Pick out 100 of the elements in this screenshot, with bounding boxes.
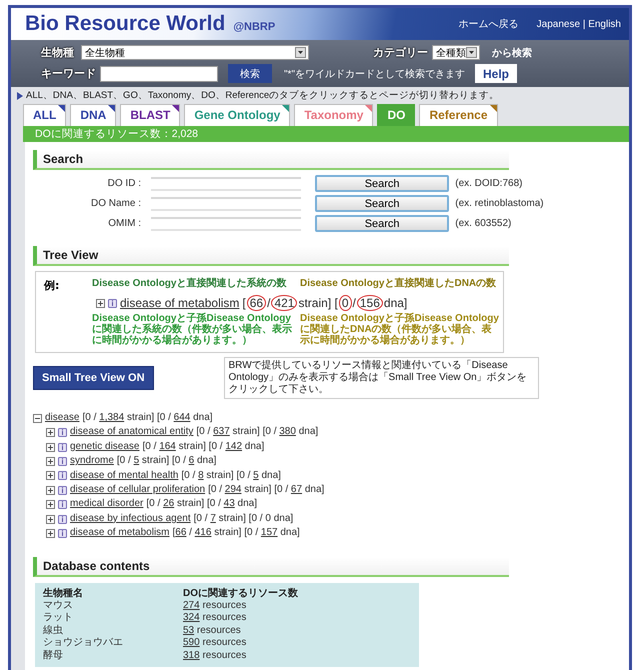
field-label: DO Name : — [90, 198, 141, 209]
tree-item-link[interactable]: syndrome — [70, 454, 114, 469]
count-link[interactable]: 26 — [163, 498, 174, 510]
count-text: [0 / 26 strain] [0 / 43 dna] — [146, 497, 258, 512]
site-title[interactable]: Bio Resource World — [25, 12, 226, 36]
count-link[interactable]: 8 — [198, 470, 204, 481]
count-link[interactable]: 53 — [183, 624, 194, 636]
keyword-field[interactable] — [100, 66, 218, 82]
count-link[interactable]: 157 — [260, 527, 278, 538]
example-label: 例: — [44, 278, 60, 293]
expand-icon[interactable] — [46, 471, 55, 480]
count-link[interactable]: 164 — [159, 440, 176, 452]
count-text: [0 / 164 strain] [0 / 142 dna] — [142, 440, 264, 454]
count-link[interactable]: 416 — [194, 527, 212, 538]
field-label: DO ID : — [106, 178, 141, 189]
count-link[interactable]: 7 — [210, 512, 216, 524]
search-button[interactable]: Search — [315, 195, 450, 212]
count-link[interactable]: 637 — [213, 426, 230, 438]
species-select[interactable]: 全生物種 — [81, 45, 309, 60]
info-icon[interactable] — [58, 456, 67, 466]
tab[interactable]: BLAST — [120, 104, 180, 126]
count-link[interactable]: 5 — [253, 470, 259, 481]
section-heading: Database contents — [33, 556, 509, 577]
search-button[interactable]: 検索 — [228, 64, 272, 83]
tree-item-link[interactable]: disease of mental health — [70, 468, 178, 484]
category-select[interactable]: 全種類 — [432, 45, 480, 60]
search-button[interactable]: Search — [315, 215, 450, 232]
tree-item-link[interactable]: disease of metabolism — [70, 526, 170, 541]
help-button[interactable]: Help — [475, 64, 518, 83]
legend-note: Disease Ontologyと子孫Disease Ontology に関連した系統の数（件数が多い場合、表示に時間がかかる場合があります。） — [92, 313, 292, 346]
count-text: [66 / 416 strain] [0 / 157 dna] — [172, 526, 300, 540]
info-icon[interactable] — [58, 471, 67, 480]
keyword-label: キーワード — [41, 66, 96, 81]
info-icon[interactable] — [58, 528, 67, 538]
tab[interactable]: DNA — [70, 104, 116, 126]
search-button[interactable]: Search — [315, 175, 450, 192]
button-note: BRWで提供しているリソース情報と関連付いている「Disease Ontology」のみを表示する場合は「Small Tree View On」ボタンをクリックして下さい。 — [224, 357, 539, 399]
expand-icon[interactable] — [46, 442, 55, 452]
expand-icon[interactable] — [46, 486, 55, 495]
tree-item-link[interactable]: genetic disease — [70, 440, 140, 454]
count-link[interactable]: 590 — [183, 637, 200, 648]
info-icon[interactable] — [58, 442, 67, 452]
count-link[interactable]: 6 — [188, 455, 194, 466]
count-link[interactable]: 294 — [224, 484, 242, 496]
species-label: 生物種 — [41, 45, 75, 60]
resource-count-cell-text: 53 resources — [183, 624, 242, 638]
species-cell-text: 線虫 — [43, 624, 64, 638]
count-link[interactable]: 318 — [183, 650, 200, 661]
tree-item-link[interactable]: disease of anatomical entity — [70, 425, 194, 440]
tree-item-link[interactable]: disease of cellular proliferation — [70, 483, 206, 498]
count-link[interactable]: 5 — [134, 455, 140, 466]
notice-text: ALL、DNA、BLAST、GO、Taxonomy、DO、Referenceのタブをクリックするとページが切り替わります。 — [26, 89, 500, 102]
count-link[interactable]: 1,384 — [99, 412, 124, 423]
expand-icon[interactable] — [46, 514, 55, 524]
tree-item-link[interactable]: disease — [45, 411, 80, 426]
info-icon[interactable] — [58, 428, 67, 438]
info-icon[interactable] — [58, 486, 67, 495]
count-text: [0 / 1,384 strain] [0 / 644 dna] — [82, 411, 213, 425]
header-link[interactable]: ホームへ戻る — [458, 17, 519, 31]
expand-icon[interactable] — [46, 456, 55, 466]
section-heading: Search — [33, 150, 509, 170]
count-link[interactable]: 142 — [225, 440, 242, 452]
expand-icon[interactable] — [46, 500, 55, 510]
tree-item-link[interactable]: medical disorder — [70, 497, 144, 512]
count-text: [0 / 637 strain] [0 / 380 dna] — [196, 425, 318, 440]
count-link[interactable]: 274 — [183, 600, 200, 612]
tab[interactable]: Reference — [419, 104, 498, 126]
info-icon[interactable] — [108, 298, 117, 308]
count-link[interactable]: 66 — [175, 527, 186, 538]
expand-icon[interactable] — [96, 298, 105, 308]
info-icon[interactable] — [58, 500, 67, 510]
expand-icon[interactable] — [46, 528, 55, 538]
resource-count-cell-text: 324 resources — [183, 612, 248, 625]
tab[interactable]: ALL — [23, 104, 66, 126]
count-text: [0 / 294 strain] [0 / 67 dna] — [208, 483, 324, 498]
small-tree-view-button[interactable]: Small Tree View ON — [33, 366, 154, 390]
resource-count-cell-text: 318 resources — [183, 650, 248, 662]
count-link[interactable]: 644 — [174, 412, 190, 423]
header-link[interactable]: Japanese | English — [536, 18, 621, 30]
field-label: OMIM : — [107, 218, 141, 229]
species-cell-text: ショウジョウバエ — [43, 637, 124, 650]
count-link[interactable]: 67 — [290, 484, 302, 496]
count-link[interactable]: 43 — [224, 498, 235, 510]
species-cell-text: 酵母 — [43, 650, 64, 662]
species-cell-text: マウス — [43, 600, 74, 612]
count-link[interactable]: 324 — [183, 612, 200, 624]
column-header: 生物種名 — [43, 588, 84, 600]
category-label: カテゴリー — [373, 45, 428, 60]
species-cell-text: ラット — [43, 612, 74, 624]
site-subtitle: @NBRP — [233, 21, 276, 33]
wildcard-note: "*"をワイルドカードとして検索できます — [284, 68, 465, 80]
collapse-icon[interactable] — [33, 414, 42, 423]
resource-count-cell-text: 590 resources — [183, 637, 248, 650]
tree-item-link[interactable]: disease of metabolism — [120, 296, 240, 310]
expand-icon[interactable] — [46, 428, 55, 438]
info-icon[interactable] — [58, 514, 67, 524]
resource-count-bar: DOに関連するリソース数：2,028 — [23, 126, 629, 142]
tree-item-link[interactable]: disease by infectious agent — [70, 512, 191, 526]
count-text: [0 / 5 strain] [0 / 6 dna] — [116, 454, 216, 468]
count-link[interactable]: 380 — [279, 426, 296, 438]
